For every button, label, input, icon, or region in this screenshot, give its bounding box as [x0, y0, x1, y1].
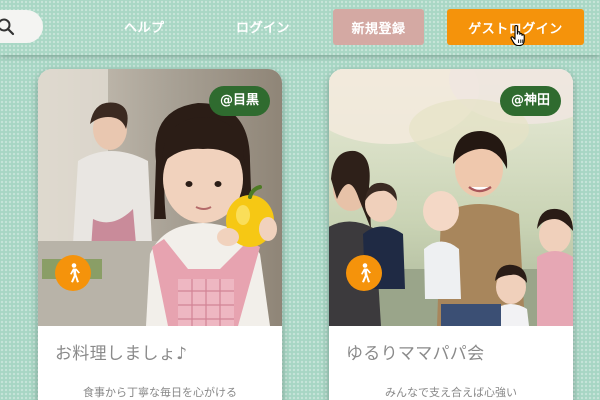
location-badge: @目黒	[208, 86, 270, 116]
help-link[interactable]: ヘルプ	[124, 17, 165, 36]
card-body: ゆるりママパパ会 みんなで支え合えば心強い	[329, 326, 573, 400]
card-title: ゆるりママパパ会	[346, 344, 485, 364]
card-description: みんなで支え合えば心強い	[385, 386, 517, 399]
card-title: お料理しましょ♪	[55, 344, 188, 364]
register-button[interactable]: 新規登録	[333, 9, 424, 45]
login-link[interactable]: ログイン	[236, 17, 290, 36]
walking-person-icon	[346, 255, 382, 291]
card-description: 食事から丁寧な毎日を心がける	[83, 386, 237, 399]
hand-pointer-icon	[510, 24, 525, 47]
walking-person-icon	[55, 255, 91, 291]
event-card[interactable]: @目黒 お料理しましょ♪ 食事から丁寧な毎日を心がける	[38, 69, 282, 400]
register-button-label: 新規登録	[351, 21, 406, 37]
search-icon[interactable]	[0, 17, 16, 37]
card-body: お料理しましょ♪ 食事から丁寧な毎日を心がける	[38, 326, 282, 400]
event-card[interactable]: @神田 ゆるりママパパ会 みんなで支え合えば心強い	[329, 69, 573, 400]
top-navigation-bar: ヘルプ ログイン 新規登録 ゲストログイン	[0, 0, 600, 55]
location-badge: @神田	[499, 86, 561, 116]
